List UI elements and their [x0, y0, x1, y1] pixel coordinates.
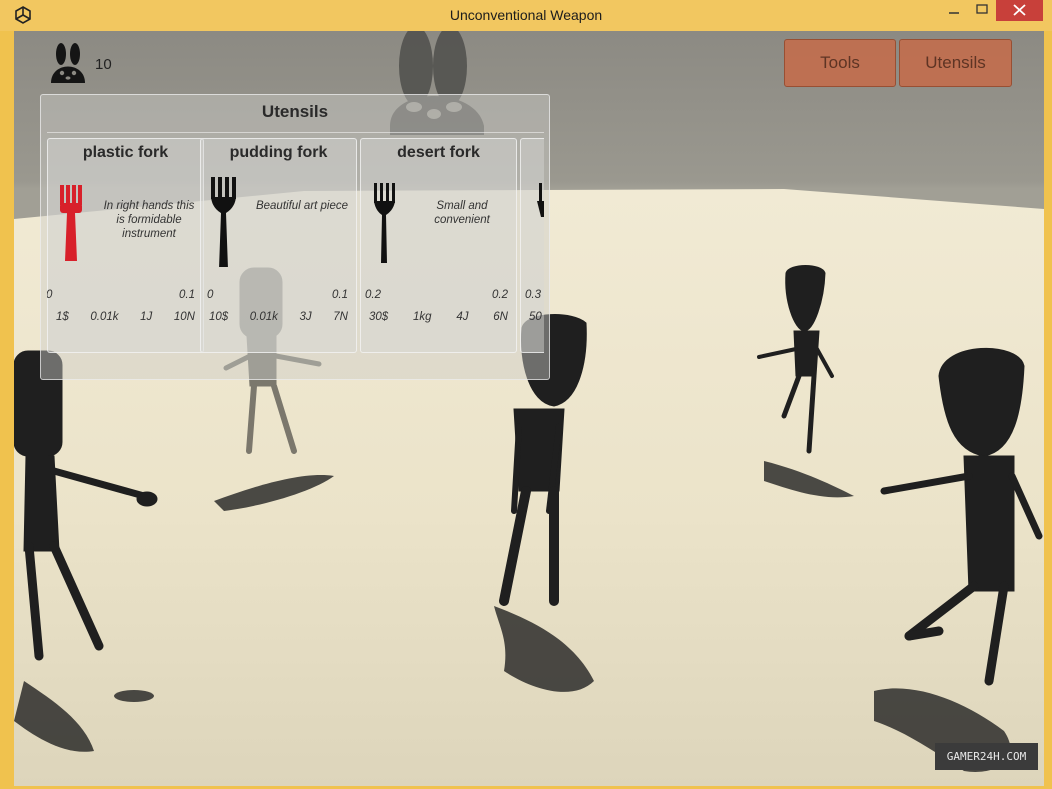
minimize-icon: [949, 12, 959, 14]
range-min: 0: [207, 289, 214, 301]
silhouette-figure-left[interactable]: [14, 350, 158, 661]
card-name: desert fork: [397, 144, 480, 161]
coin-counter: 10: [95, 56, 112, 73]
energy: 4J: [456, 311, 469, 323]
desert-fork-icon: [374, 183, 395, 263]
pudding-fork-icon: [211, 177, 236, 267]
card-description: In right hands this is formidable instru…: [103, 200, 195, 240]
force: 10N: [173, 311, 195, 323]
range-max: 0.1: [332, 289, 348, 301]
game-viewport[interactable]: 10 Tools Utensils Utensils plastic fork …: [14, 31, 1044, 786]
utensils-panel: Utensils plastic fork In right hands thi…: [40, 94, 550, 380]
card-stats: 10$ 0.01k 3J 7N: [209, 311, 348, 323]
card-stats: 50: [529, 311, 544, 323]
utensil-card-plastic-fork[interactable]: plastic fork In right hands this is form…: [47, 138, 204, 353]
price: 50: [529, 311, 542, 323]
energy: 1J: [140, 311, 153, 323]
fork-icon: [537, 183, 544, 217]
minimize-button[interactable]: [940, 0, 968, 21]
range-min: 0: [47, 289, 52, 301]
card-name: pudding fork: [229, 144, 328, 161]
card-name: plastic fork: [82, 144, 169, 161]
silhouette-figure-right[interactable]: [880, 347, 1043, 686]
window-title: Unconventional Weapon: [449, 7, 603, 23]
range-min: 0.3: [525, 289, 541, 301]
bunny-icon: [51, 43, 85, 83]
range-min: 0.2: [365, 289, 381, 301]
price: 1$: [56, 311, 69, 323]
weight: 0.01k: [249, 311, 278, 323]
card-stats: 30$ 1kg 4J 6N: [369, 311, 508, 323]
range-max: 0.1: [179, 289, 195, 301]
force: 7N: [333, 311, 348, 323]
maximize-icon: [976, 4, 988, 14]
price: 10$: [209, 311, 229, 323]
weight: 1kg: [412, 311, 432, 323]
close-icon: [1013, 4, 1026, 16]
card-description: Beautiful art piece: [255, 200, 349, 212]
panel-title: Utensils: [261, 102, 329, 121]
utensil-card-list[interactable]: plastic fork In right hands this is form…: [47, 132, 544, 359]
window-titlebar: Unconventional Weapon: [0, 0, 1052, 31]
card-stats: 1$ 0.01k 1J 10N: [56, 311, 195, 323]
close-button[interactable]: [996, 0, 1043, 21]
utensils-button[interactable]: Utensils: [899, 39, 1012, 87]
force: 6N: [493, 311, 508, 323]
range-max: 0.2: [492, 289, 508, 301]
utensil-card-pudding-fork[interactable]: pudding fork Beautiful art piece 0 0.1 1…: [200, 138, 357, 353]
weight: 0.01k: [90, 311, 119, 323]
utensil-card-partial[interactable]: 0.3 50: [520, 138, 544, 353]
price: 30$: [369, 311, 389, 323]
silhouette-figure-rightmid[interactable]: [757, 265, 834, 454]
energy: 3J: [299, 311, 312, 323]
card-description: Small and convenient: [434, 200, 490, 226]
maximize-button[interactable]: [968, 0, 996, 21]
plastic-fork-icon: [60, 185, 82, 261]
tools-button[interactable]: Tools: [784, 39, 896, 87]
utensil-card-desert-fork[interactable]: desert fork Small and convenient 0.2 0.2…: [360, 138, 517, 353]
watermark: GAMER24H.COM: [935, 743, 1038, 770]
